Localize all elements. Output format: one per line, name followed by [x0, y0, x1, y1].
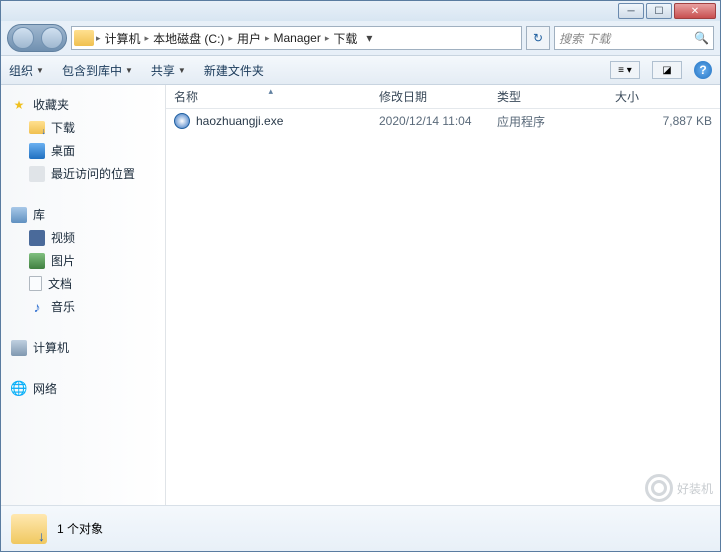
file-size: 7,887 KB — [607, 114, 720, 128]
view-options-button[interactable]: ≡ ▾ — [610, 61, 640, 79]
recent-icon — [29, 166, 45, 182]
file-date: 2020/12/14 11:04 — [371, 114, 489, 128]
sidebar-item-desktop[interactable]: 桌面 — [1, 139, 165, 162]
document-icon — [29, 276, 42, 291]
sidebar-computer[interactable]: 计算机 — [1, 336, 165, 359]
desktop-icon — [29, 143, 45, 159]
video-icon — [29, 230, 45, 246]
sidebar-favorites[interactable]: ★收藏夹 — [1, 93, 165, 116]
file-type: 应用程序 — [489, 113, 607, 130]
sidebar-item-recent[interactable]: 最近访问的位置 — [1, 162, 165, 185]
navigation-pane: ★收藏夹 下载 桌面 最近访问的位置 库 视频 图片 文档 ♪音乐 计算机 🌐网… — [1, 85, 166, 505]
downloads-icon — [29, 121, 45, 134]
breadcrumb-dropdown[interactable]: ▾ — [361, 31, 377, 45]
column-type[interactable]: 类型 — [489, 88, 607, 105]
close-button[interactable]: ✕ — [674, 3, 716, 19]
library-icon — [11, 207, 27, 223]
preview-pane-button[interactable]: ◪ — [652, 61, 682, 79]
folder-icon — [74, 30, 94, 46]
search-placeholder: 搜索 下载 — [559, 30, 610, 47]
column-headers: 名称 修改日期 类型 大小 — [166, 85, 720, 109]
sidebar-item-downloads[interactable]: 下载 — [1, 116, 165, 139]
share-button[interactable]: 共享▼ — [151, 62, 186, 79]
help-button[interactable]: ? — [694, 61, 712, 79]
forward-button[interactable] — [41, 27, 63, 49]
sidebar-libraries[interactable]: 库 — [1, 203, 165, 226]
star-icon: ★ — [11, 97, 27, 113]
maximize-button[interactable]: ☐ — [646, 3, 672, 19]
search-icon[interactable]: 🔍 — [694, 31, 709, 45]
pictures-icon — [29, 253, 45, 269]
minimize-button[interactable]: ─ — [618, 3, 644, 19]
sidebar-item-music[interactable]: ♪音乐 — [1, 295, 165, 318]
file-list: 名称 修改日期 类型 大小 haozhuangji.exe 2020/12/14… — [166, 85, 720, 505]
breadcrumb-item[interactable]: 下载 — [329, 30, 361, 47]
network-icon: 🌐 — [11, 381, 27, 397]
new-folder-button[interactable]: 新建文件夹 — [204, 62, 264, 79]
address-bar: ▸ 计算机 ▸ 本地磁盘 (C:) ▸ 用户 ▸ Manager ▸ 下载 ▾ … — [1, 21, 720, 55]
exe-icon — [174, 113, 190, 129]
column-date[interactable]: 修改日期 — [371, 88, 489, 105]
breadcrumb-item[interactable]: 计算机 — [101, 30, 145, 47]
refresh-button[interactable]: ↻ — [526, 26, 550, 50]
file-row[interactable]: haozhuangji.exe 2020/12/14 11:04 应用程序 7,… — [166, 109, 720, 133]
organize-button[interactable]: 组织▼ — [9, 62, 44, 79]
chevron-down-icon: ▼ — [178, 66, 186, 75]
column-size[interactable]: 大小 — [607, 88, 720, 105]
folder-icon — [11, 514, 47, 544]
chevron-down-icon: ▼ — [125, 66, 133, 75]
file-name: haozhuangji.exe — [196, 114, 283, 128]
computer-icon — [11, 340, 27, 356]
toolbar: 组织▼ 包含到库中▼ 共享▼ 新建文件夹 ≡ ▾ ◪ ? — [1, 55, 720, 85]
breadcrumb-item[interactable]: 本地磁盘 (C:) — [149, 30, 228, 47]
chevron-down-icon: ▼ — [36, 66, 44, 75]
column-name[interactable]: 名称 — [166, 88, 371, 105]
status-text: 1 个对象 — [57, 520, 103, 537]
search-input[interactable]: 搜索 下载 🔍 — [554, 26, 714, 50]
breadcrumb[interactable]: ▸ 计算机 ▸ 本地磁盘 (C:) ▸ 用户 ▸ Manager ▸ 下载 ▾ — [71, 26, 522, 50]
sidebar-network[interactable]: 🌐网络 — [1, 377, 165, 400]
back-button[interactable] — [12, 27, 34, 49]
breadcrumb-item[interactable]: 用户 — [233, 30, 265, 47]
music-icon: ♪ — [29, 299, 45, 315]
include-in-library-button[interactable]: 包含到库中▼ — [62, 62, 133, 79]
sidebar-item-pictures[interactable]: 图片 — [1, 249, 165, 272]
sidebar-item-documents[interactable]: 文档 — [1, 272, 165, 295]
titlebar: ─ ☐ ✕ — [1, 1, 720, 21]
status-bar: 1 个对象 — [1, 505, 720, 551]
breadcrumb-item[interactable]: Manager — [269, 31, 324, 45]
content-area: ★收藏夹 下载 桌面 最近访问的位置 库 视频 图片 文档 ♪音乐 计算机 🌐网… — [1, 85, 720, 505]
nav-buttons — [7, 24, 67, 52]
sidebar-item-videos[interactable]: 视频 — [1, 226, 165, 249]
file-name-cell: haozhuangji.exe — [166, 113, 371, 129]
